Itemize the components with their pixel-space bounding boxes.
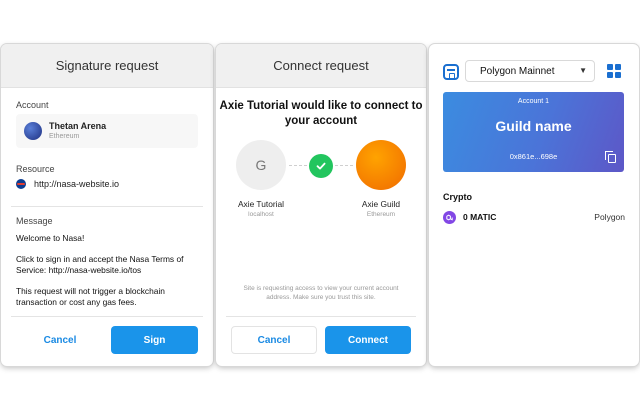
account-network: Ethereum [49,132,80,140]
account-label: Account [16,100,49,110]
divider [11,206,203,207]
guild-name: Guild name [495,118,572,134]
token-network: Polygon [594,212,625,222]
site-host: localhost [248,211,274,218]
divider [226,316,416,317]
message-line: This request will not trigger a blockcha… [16,286,165,307]
check-icon [309,154,333,178]
access-notice: Site is requesting access to view your c… [243,285,399,301]
message-line: Welcome to Nasa! [16,233,85,243]
network-select[interactable]: Polygon Mainnet ▼ [465,60,595,82]
panel-title: Signature request [1,44,213,88]
chevron-down-icon: ▼ [579,66,587,75]
cancel-button[interactable]: Cancel [231,326,317,354]
account-banner: Account 1 Guild name 0x861e...698e [443,92,624,172]
account-name: Thetan Arena [49,120,107,131]
account-card: Thetan Arena Ethereum [16,114,198,148]
message-line: Click to sign in and accept the Nasa Ter… [16,254,184,275]
nasa-icon [16,179,26,189]
wallet-logo-icon[interactable] [443,64,459,80]
message-label: Message [16,216,53,226]
sign-button[interactable]: Sign [111,326,198,354]
connection-line [335,165,353,166]
avatar [24,122,42,140]
token-row[interactable]: 0 MATIC Polygon [443,209,625,225]
signature-request-panel: Signature request Account Thetan Arena E… [1,44,213,366]
resource-label: Resource [16,164,55,174]
grid-icon[interactable] [607,64,621,78]
divider [11,316,203,317]
site-avatar: G [236,140,286,190]
connection-line [289,165,307,166]
cancel-button[interactable]: Cancel [16,326,104,354]
connect-headline: Axie Tutorial would like to connect to y… [219,100,423,127]
panel-title: Connect request [216,44,426,88]
connect-request-panel: Connect request Axie Tutorial would like… [216,44,426,366]
wallet-panel: Polygon Mainnet ▼ Account 1 Guild name 0… [429,44,639,366]
account-number: Account 1 [517,98,550,105]
guild-network: Ethereum [366,211,396,218]
guild-avatar [356,140,406,190]
wallet-address: 0x861e...698e [509,152,558,161]
site-name: Axie Tutorial [237,199,285,209]
guild-name: Axie Guild [361,199,401,209]
site-initial: G [255,157,267,173]
matic-icon [443,210,456,224]
copy-icon[interactable] [605,151,616,163]
resource-row: http://nasa-website.io [16,179,119,189]
token-amount: 0 MATIC [463,212,497,222]
crypto-label: Crypto [443,192,472,202]
network-name: Polygon Mainnet [480,65,555,77]
connect-button[interactable]: Connect [325,326,411,354]
resource-url: http://nasa-website.io [34,179,120,189]
